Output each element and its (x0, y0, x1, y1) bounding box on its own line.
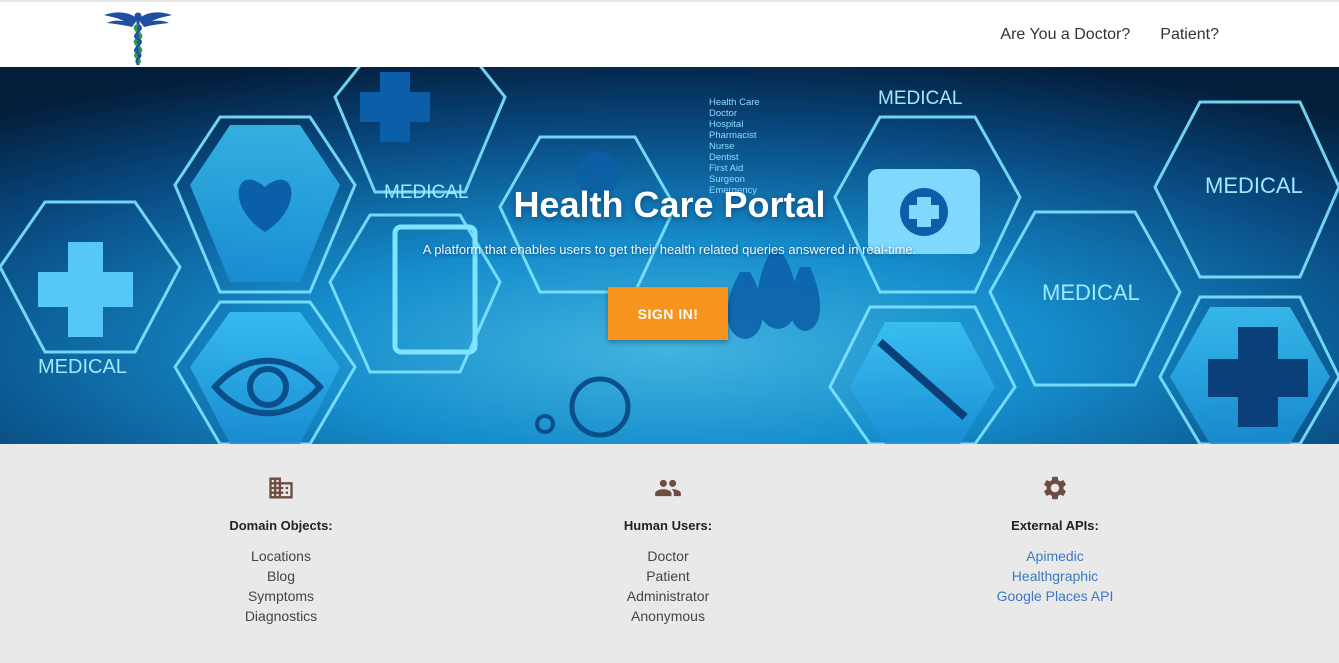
bg-word: Pharmacist (709, 130, 757, 141)
nav-link-patient[interactable]: Patient? (1160, 26, 1219, 44)
api-link-list: Apimedic Healthgraphic Google Places API (905, 546, 1205, 606)
bg-word: Health Care (709, 97, 760, 108)
api-link-healthgraphic[interactable]: Healthgraphic (905, 566, 1205, 586)
hero-banner: MEDICAL MEDICAL MEDICAL MEDICAL MEDICAL … (0, 67, 1339, 444)
feature-domain-objects: Domain Objects: Locations Blog Symptoms … (131, 474, 431, 626)
bg-word: Doctor (709, 108, 737, 119)
feature-list: Locations Blog Symptoms Diagnostics (131, 546, 431, 626)
api-link-apimedic[interactable]: Apimedic (905, 546, 1205, 566)
feature-human-users: Human Users: Doctor Patient Administrato… (518, 474, 818, 626)
feature-title: Domain Objects: (229, 518, 333, 533)
bg-medical-label-1: MEDICAL (38, 356, 127, 378)
bg-medical-label-3: MEDICAL (878, 88, 962, 109)
feature-list: Doctor Patient Administrator Anonymous (518, 546, 818, 626)
list-item: Doctor (647, 548, 689, 564)
list-item: Diagnostics (244, 608, 318, 624)
list-item: Blog (266, 568, 296, 584)
feature-title: External APIs: (1011, 518, 1099, 533)
bg-medical-label-5: MEDICAL (1042, 280, 1140, 305)
list-item: Symptoms (247, 588, 315, 604)
features-section: Domain Objects: Locations Blog Symptoms … (0, 444, 1339, 663)
feature-external-apis: External APIs: Apimedic Healthgraphic Go… (905, 474, 1205, 606)
people-icon (655, 479, 681, 497)
bg-word: Dentist (709, 152, 739, 163)
caduceus-icon[interactable] (102, 5, 174, 67)
page: Are You a Doctor? Patient? MEDICAL MEDIC… (0, 0, 1339, 663)
api-link-google-places[interactable]: Google Places API (905, 586, 1205, 606)
bg-word: Hospital (709, 119, 743, 130)
list-item: Anonymous (631, 608, 705, 624)
list-item: Patient (646, 568, 690, 584)
bg-word: Nurse (709, 141, 734, 152)
list-item: Administrator (626, 588, 710, 604)
nav-link-doctor[interactable]: Are You a Doctor? (1000, 26, 1130, 44)
list-item: Locations (251, 548, 311, 564)
hero-subtitle: A platform that enables users to get the… (422, 242, 917, 257)
nav-links: Are You a Doctor? Patient? (1000, 26, 1219, 44)
navbar: Are You a Doctor? Patient? (0, 0, 1339, 67)
feature-title: Human Users: (623, 518, 713, 533)
sign-in-button[interactable]: SIGN IN! (608, 287, 728, 340)
building-icon (269, 477, 293, 499)
bg-word: First Aid (709, 163, 743, 174)
gear-icon (1044, 476, 1066, 500)
hero-title: Health Care Portal (513, 184, 826, 225)
